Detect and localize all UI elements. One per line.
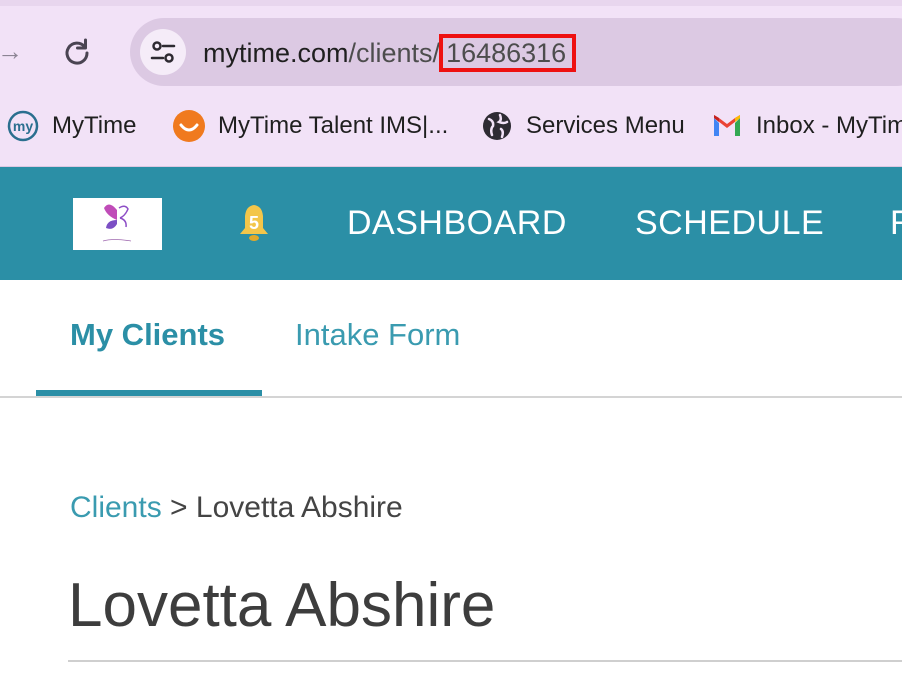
breadcrumb-current: Lovetta Abshire (195, 491, 403, 524)
bookmark-mytime[interactable]: my MyTime (6, 108, 136, 144)
gmail-icon (710, 109, 744, 143)
tabs-divider (0, 396, 902, 398)
url-text[interactable]: mytime.com/clients/16486316 (203, 34, 577, 72)
bookmark-gmail[interactable]: Inbox - MyTim (710, 108, 902, 144)
bookmark-label: MyTime Talent IMS|... (218, 112, 449, 139)
tab-my-clients[interactable]: My Clients (70, 312, 225, 358)
tab-intake-form[interactable]: Intake Form (295, 312, 460, 358)
tune-icon (150, 41, 176, 63)
title-divider (68, 660, 902, 662)
svg-text:my: my (13, 118, 33, 134)
nav-schedule[interactable]: SCHEDULE (635, 200, 824, 246)
mytime-logo-icon: my (6, 109, 40, 143)
nav-item-truncated[interactable]: R (890, 200, 902, 246)
bookmark-talent-ims[interactable]: MyTime Talent IMS|... (172, 108, 448, 144)
breadcrumb-clients-link[interactable]: Clients (70, 491, 162, 524)
url-domain: mytime.com (203, 38, 349, 68)
nav-dashboard[interactable]: DASHBOARD (347, 200, 567, 246)
page-title: Lovetta Abshire (68, 571, 496, 640)
forward-arrow-icon[interactable]: → (0, 36, 24, 66)
bookmark-label: Services Menu (526, 112, 685, 139)
reload-icon[interactable] (60, 36, 94, 70)
notifications-bell-icon[interactable]: 5 (234, 202, 274, 244)
globe-icon (480, 109, 514, 143)
butterfly-logo-icon (102, 204, 132, 242)
url-path: /clients/ (348, 38, 441, 68)
breadcrumb-separator: > (170, 491, 188, 524)
tab-strip (0, 0, 902, 6)
spa-logo[interactable] (73, 198, 162, 250)
bookmark-label: MyTime (52, 112, 137, 139)
url-client-id-highlight: 16486316 (439, 34, 577, 72)
breadcrumb: Clients > Lovetta Abshire (70, 487, 403, 529)
notification-count: 5 (248, 213, 259, 233)
bookmark-services-menu[interactable]: Services Menu (480, 108, 685, 144)
talent-ims-icon (172, 109, 206, 143)
bookmark-label: Inbox - MyTim (756, 112, 902, 139)
site-info-button[interactable] (140, 29, 186, 75)
